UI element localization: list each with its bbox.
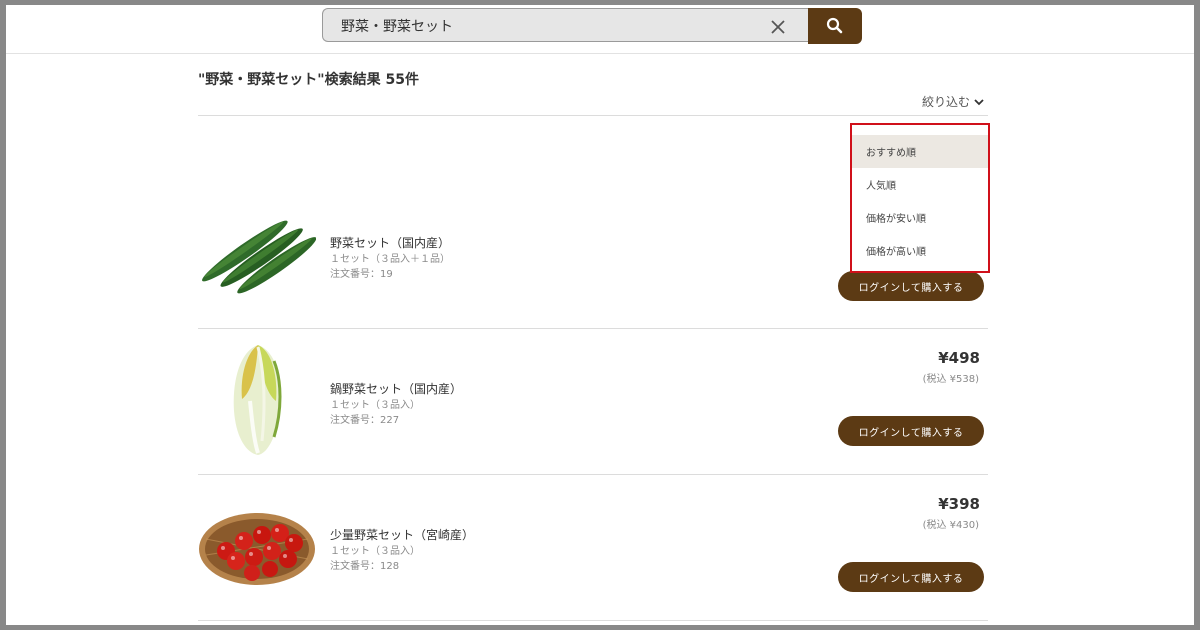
sort-option-price-low[interactable]: 価格が安い順 (852, 201, 988, 234)
cherry-tomatoes-image (199, 513, 315, 585)
search-button[interactable] (808, 8, 862, 44)
product-quantity: １セット（３品入） (330, 400, 420, 411)
product-tax-price: (税込 ¥430) (922, 520, 979, 531)
cucumber-image (202, 220, 316, 294)
product-name[interactable]: 野菜セット（国内産） (330, 234, 450, 251)
login-purchase-button[interactable]: ログインして購入する (838, 271, 984, 301)
product-name[interactable]: 少量野菜セット（宮崎産） (330, 526, 474, 543)
list-divider (198, 474, 988, 475)
search-bar (322, 8, 862, 44)
product-quantity: １セット（３品入） (330, 546, 420, 557)
product-order-number: 注文番号：227 (330, 415, 400, 426)
sort-dropdown: おすすめ順 人気順 価格が安い順 価格が高い順 (850, 123, 990, 273)
login-purchase-button[interactable]: ログインして購入する (838, 416, 984, 446)
product-order-number: 注文番号：19 (330, 269, 393, 280)
list-divider (198, 620, 988, 621)
clear-search-button[interactable] (767, 16, 789, 38)
list-divider (198, 115, 988, 116)
chevron-down-icon (974, 98, 984, 105)
product-quantity: １セット（３品入＋１品） (330, 254, 450, 265)
product-order-number: 注文番号：128 (330, 561, 400, 572)
results-title: "野菜・野菜セット"検索結果 55件 (198, 72, 419, 88)
search-input[interactable] (341, 15, 741, 37)
list-divider (198, 328, 988, 329)
product-price: ¥398 (938, 495, 980, 513)
product-name[interactable]: 鍋野菜セット（国内産） (330, 380, 462, 397)
product-tax-price: (税込 ¥538) (922, 374, 979, 385)
close-icon (771, 20, 785, 34)
sort-option-price-high[interactable]: 価格が高い順 (852, 234, 988, 267)
filter-label: 絞り込む (922, 95, 971, 109)
page-frame: "野菜・野菜セット"検索結果 55件 絞り込む 野菜セット（国内産） １セット（… (6, 5, 1194, 625)
sort-option-recommended[interactable]: おすすめ順 (852, 135, 988, 168)
header-divider (6, 53, 1194, 54)
search-icon (826, 17, 843, 34)
napa-cabbage-image (233, 345, 282, 455)
login-purchase-button[interactable]: ログインして購入する (838, 562, 984, 592)
filter-button[interactable]: 絞り込む (922, 93, 985, 110)
search-box (322, 8, 808, 42)
product-price: ¥498 (938, 349, 980, 367)
sort-option-popular[interactable]: 人気順 (852, 168, 988, 201)
